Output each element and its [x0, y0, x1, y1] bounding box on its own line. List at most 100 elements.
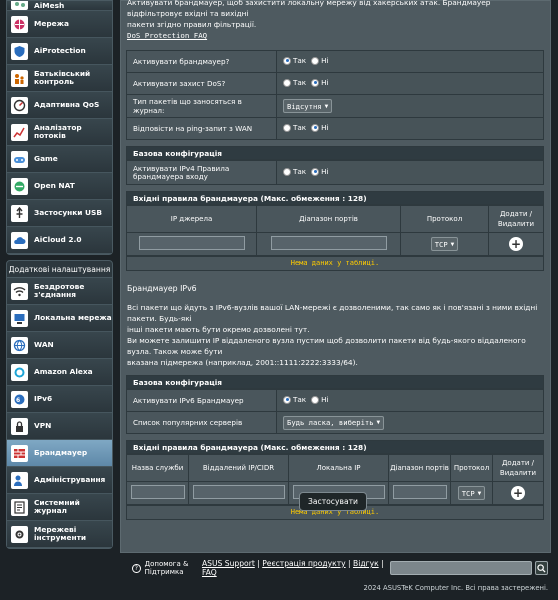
ipv6-desc-line-1: Всі пакети що йдуть з IPv6-вузлів вашої …: [127, 303, 538, 323]
search-input[interactable]: [389, 561, 532, 575]
open-nat-icon: [11, 177, 28, 195]
add-cell: +: [492, 481, 544, 505]
sidebar-item-6[interactable]: Game: [7, 146, 112, 173]
chevron-down-icon: ▼: [477, 489, 482, 497]
general-settings-table: Активувати брандмауер? Так Ні Активувати за…: [126, 50, 544, 140]
dos-faq-link[interactable]: DoS Protection FAQ: [127, 30, 544, 41]
protocol-select[interactable]: TCP ▼: [457, 486, 486, 500]
port-range-cell: [388, 481, 451, 505]
radio-button-icon[interactable]: [311, 395, 320, 404]
sidebar-item-4[interactable]: Адаптивна QoS: [7, 92, 112, 119]
protocol-value: TCP: [434, 239, 448, 249]
aiprotection-icon: [11, 42, 28, 60]
popular-servers-select[interactable]: Будь ласка, виберіть ▼: [283, 415, 385, 430]
radio-button-icon[interactable]: [283, 56, 291, 65]
advanced-item-3[interactable]: Amazon Alexa: [7, 359, 112, 386]
general-3-option-0[interactable]: Так: [283, 123, 306, 132]
service-name-input[interactable]: [130, 485, 185, 499]
protocol-cell: TCP ▼: [400, 232, 489, 256]
radio-button-icon[interactable]: [311, 78, 320, 87]
help-support-link[interactable]: Допомога & Підтримка: [145, 560, 190, 576]
port-range-input[interactable]: [392, 485, 447, 499]
port-range-input[interactable]: [270, 236, 387, 250]
advanced-item-8[interactable]: Системний журнал: [7, 494, 112, 521]
general-row-value: Так Ні: [276, 117, 544, 140]
remote-ip-input[interactable]: [192, 485, 285, 499]
general-0-option-1[interactable]: Ні: [311, 56, 329, 66]
advanced-item-6[interactable]: Брандмауер: [7, 440, 112, 467]
asus-support-link[interactable]: ASUS Support: [202, 559, 255, 568]
sidebar-item-5[interactable]: Аналізатор потоків: [7, 119, 112, 146]
ipv4-rules-option-0[interactable]: Так: [283, 167, 306, 176]
general-0-option-0[interactable]: Так: [283, 56, 306, 65]
sidebar-item-1[interactable]: Мережа: [7, 11, 112, 38]
sidebar-item-9[interactable]: AiCloud 2.0: [7, 227, 112, 254]
ipv6-enable-option-0[interactable]: Так: [283, 395, 306, 404]
product-registration-link[interactable]: Реєстрація продукту: [262, 559, 345, 568]
ipv6-icon: 6: [11, 390, 28, 408]
apply-button[interactable]: Застосувати: [299, 492, 367, 511]
sidebar-item-label: Аналізатор потоків: [34, 122, 82, 140]
log-type-select[interactable]: Відсутня ▼: [283, 99, 333, 113]
feedback-link[interactable]: Відгук: [353, 559, 379, 568]
firewall-icon: [11, 444, 28, 462]
advanced-item-4[interactable]: 6 IPv6: [7, 386, 112, 413]
sidebar-item-label: AiProtection: [34, 45, 86, 55]
advanced-item-9[interactable]: Мережеві інструменти: [7, 521, 112, 548]
general-3-option-1[interactable]: Ні: [311, 123, 329, 132]
radio-button-icon[interactable]: [311, 167, 320, 176]
advanced-item-7[interactable]: Адміністрування: [7, 467, 112, 494]
general-row: Відповісти на ping-запит з WAN Так Ні: [126, 117, 544, 140]
radio-button-icon[interactable]: [283, 78, 291, 87]
ipv6-basic-config-table: Активувати IPv6 Брандмауер Так Ні Список …: [126, 389, 544, 434]
add-rule-button[interactable]: +: [509, 237, 523, 251]
radio-button-icon[interactable]: [283, 123, 291, 132]
general-row: Тип пакетів що заносяться в журнал: Відсу…: [126, 94, 544, 118]
radio-button-icon[interactable]: [283, 167, 291, 176]
sidebar-item-label: Адаптивна QoS: [34, 99, 100, 109]
advanced-item-label: Адміністрування: [34, 474, 106, 484]
sidebar-item-3[interactable]: Батьківський контроль: [7, 65, 112, 92]
search-icon[interactable]: [534, 561, 548, 575]
general-1-option-1[interactable]: Ні: [311, 78, 329, 87]
sidebar-item-7[interactable]: Open NAT: [7, 173, 112, 200]
source-ip-input[interactable]: [138, 236, 245, 250]
ipv6-firewall-title: Брандмауер IPv6: [127, 284, 197, 293]
radio-label: Ні: [321, 56, 329, 66]
port-range-cell: [256, 232, 401, 256]
sidebar-item-0[interactable]: AiMesh: [7, 1, 112, 11]
col-add-remove: Додати / Видалити: [488, 205, 544, 233]
col-local-ip: Локальна IP: [288, 454, 389, 482]
popular-servers-value: Будь ласка, виберіть: [287, 418, 374, 427]
radio-label: Ні: [321, 167, 329, 177]
ipv4-inbound-rules-header: Вхідні правила брандмауера (Макс. обмеже…: [126, 191, 544, 205]
add-rule-button[interactable]: +: [511, 486, 525, 500]
ipv4-rules-label: Активувати IPv4 Правила брандмауера вход…: [126, 160, 277, 185]
aicloud-icon: [11, 231, 28, 249]
sidebar-item-8[interactable]: Застосунки USB: [7, 200, 112, 227]
advanced-item-label: Системний журнал: [34, 497, 80, 515]
advanced-item-1[interactable]: Локальна мережа: [7, 305, 112, 332]
col-protocol: Протокол: [400, 205, 489, 233]
col-add-remove: Додати / Видалити: [492, 454, 544, 482]
radio-button-icon[interactable]: [311, 123, 320, 132]
advanced-item-2[interactable]: WAN: [7, 332, 112, 359]
advanced-item-0[interactable]: Бездротове з'єднання: [7, 278, 112, 305]
general-1-option-0[interactable]: Так: [283, 78, 306, 87]
footer: ? Допомога & Підтримка ASUS Support | Ре…: [120, 556, 551, 580]
sidebar-item-2[interactable]: AiProtection: [7, 38, 112, 65]
service-name-cell: [126, 481, 189, 505]
ipv6-enable-option-1[interactable]: Ні: [311, 395, 329, 404]
ipv6-description: Всі пакети що йдуть з IPv6-вузлів вашої …: [121, 302, 550, 368]
ipv6-enable-radio: Так Ні: [276, 389, 544, 412]
radio-button-icon[interactable]: [311, 56, 320, 65]
protocol-select[interactable]: TCP ▼: [430, 237, 459, 251]
radio-button-icon[interactable]: [283, 395, 291, 404]
faq-link[interactable]: FAQ: [202, 568, 217, 577]
ipv4-rules-option-1[interactable]: Ні: [311, 167, 329, 177]
advanced-settings-header: Додаткові налаштування: [6, 260, 113, 278]
advanced-item-5[interactable]: VPN: [7, 413, 112, 440]
radio-label: Так: [293, 56, 307, 66]
popular-servers-label: Список популярних серверів: [126, 411, 277, 434]
help-icon: ?: [132, 563, 141, 573]
